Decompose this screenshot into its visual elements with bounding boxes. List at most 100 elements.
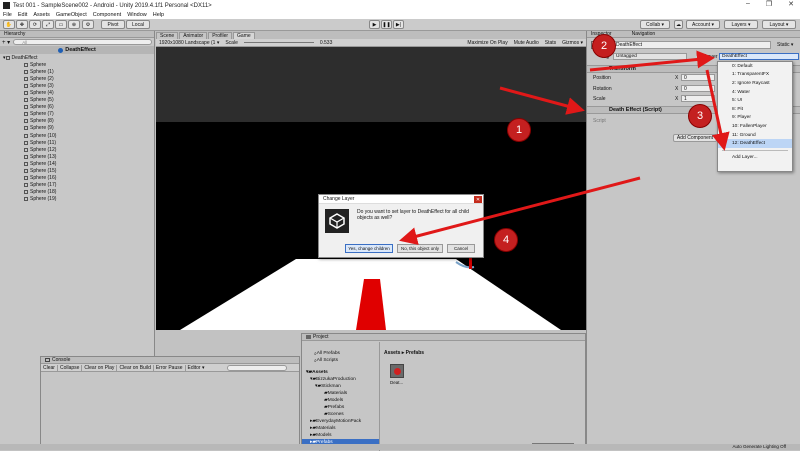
tree-stickman[interactable]: ▾▰ Stickman [302, 383, 379, 390]
prefab-asset-icon[interactable] [390, 364, 404, 378]
layer-option[interactable]: 2: Ignore Raycast [718, 79, 792, 88]
tree-bizzuka[interactable]: ▾▰ BizzukaProduction [302, 376, 379, 383]
scale-tool-icon[interactable]: ⤢ [42, 20, 54, 29]
add-component-button[interactable]: Add Component [673, 134, 717, 142]
hierarchy-item[interactable]: Sphere (8) [0, 118, 154, 125]
hierarchy-item[interactable]: Sphere (16) [0, 175, 154, 182]
tree-models-root[interactable]: ▸▰ Models [302, 432, 379, 439]
hierarchy-item[interactable]: Sphere [0, 61, 154, 68]
add-layer-option[interactable]: Add Layer... [718, 153, 792, 162]
tree-prefabs[interactable]: ▰ Prefabs [302, 404, 379, 411]
layer-option[interactable]: 4: Water [718, 88, 792, 97]
pause-button-icon[interactable]: ❚❚ [381, 20, 392, 29]
hierarchy-item[interactable]: Sphere (14) [0, 160, 154, 167]
hierarchy-root-item[interactable]: ▾ DeathEffect [0, 54, 154, 61]
tab-profiler[interactable]: Profiler [208, 32, 233, 39]
hierarchy-item[interactable]: Sphere (3) [0, 82, 154, 89]
clear-button[interactable]: Clear [41, 364, 58, 371]
hierarchy-item[interactable]: Sphere (7) [0, 111, 154, 118]
tree-everyday-motion[interactable]: ▸▰ EverydayMotionPack [302, 418, 379, 425]
mute-audio-toggle[interactable]: Mute Audio [511, 40, 542, 46]
close-button[interactable]: ✕ [788, 0, 794, 8]
hand-tool-icon[interactable]: ✋ [3, 20, 15, 29]
hierarchy-item[interactable]: Sphere (19) [0, 196, 154, 203]
cloud-icon[interactable]: ☁ [674, 20, 683, 29]
menu-edit[interactable]: Edit [18, 12, 27, 18]
collapse-button[interactable]: Collapse [58, 364, 83, 371]
menu-help[interactable]: Help [153, 12, 164, 18]
tree-materials-root[interactable]: ▸▰ Materials [302, 425, 379, 432]
scale-slider[interactable] [243, 42, 314, 43]
hierarchy-item[interactable]: Sphere (1) [0, 68, 154, 75]
stats-toggle[interactable]: Stats [542, 40, 559, 46]
no-this-object-only-button[interactable]: No, this object only [397, 244, 443, 253]
menu-file[interactable]: File [3, 12, 12, 18]
transform-tool-icon[interactable]: ⊕ [68, 20, 80, 29]
tree-assets[interactable]: ▾▰ Assets [302, 369, 379, 376]
maximize-button[interactable]: ❐ [766, 0, 772, 8]
favorite-all-prefabs[interactable]: ⌕ All Prefabs [302, 350, 379, 357]
dialog-close-button[interactable]: ✕ [474, 196, 482, 203]
create-plus-icon[interactable]: + ▾ [2, 39, 10, 46]
rect-tool-icon[interactable]: ▭ [55, 20, 67, 29]
tab-animator[interactable]: Animator [179, 32, 208, 39]
layer-option[interactable]: 0: Default [718, 62, 792, 71]
favorite-all-scripts[interactable]: ⌕ All Scripts [302, 357, 379, 364]
menu-assets[interactable]: Assets [33, 12, 50, 18]
hierarchy-item[interactable]: Sphere (17) [0, 182, 154, 189]
hierarchy-item[interactable]: Sphere (5) [0, 97, 154, 104]
static-toggle[interactable]: Static ▾ [777, 42, 793, 48]
console-search-input[interactable] [226, 364, 287, 371]
move-tool-icon[interactable]: ✥ [16, 20, 28, 29]
hierarchy-item[interactable]: Sphere (9) [0, 125, 154, 132]
rotation-x-field[interactable]: 0 [681, 85, 715, 92]
menu-gameobject[interactable]: GameObject [56, 12, 87, 18]
tab-navigation[interactable]: Navigation [632, 31, 656, 37]
menu-window[interactable]: Window [127, 12, 147, 18]
layer-option[interactable]: ✓ 12: DeathEffect [718, 139, 792, 148]
scene-header[interactable]: DeathEffect [0, 46, 154, 54]
hierarchy-item[interactable]: Sphere (18) [0, 189, 154, 196]
tag-dropdown[interactable]: Untagged [613, 53, 687, 60]
error-pause-button[interactable]: Error Pause [154, 364, 186, 371]
pivot-toggle[interactable]: Pivot [101, 20, 125, 29]
clear-on-play-button[interactable]: Clear on Play [82, 364, 118, 371]
hierarchy-item[interactable]: Sphere (12) [0, 146, 154, 153]
position-x-field[interactable]: 0 [681, 74, 715, 81]
play-button-icon[interactable]: ▶ [369, 20, 380, 29]
cancel-button[interactable]: Cancel [447, 244, 475, 253]
tab-scene[interactable]: Scene [156, 32, 179, 39]
hierarchy-item[interactable]: Sphere (4) [0, 89, 154, 96]
hierarchy-item[interactable]: Sphere (2) [0, 75, 154, 82]
maximize-on-play-toggle[interactable]: Maximize On Play [464, 40, 510, 46]
hierarchy-tab[interactable]: Hierarchy [0, 31, 154, 38]
game-view[interactable] [156, 47, 586, 330]
layer-option[interactable]: 9: Player [718, 114, 792, 123]
tab-game[interactable]: Game [233, 32, 255, 39]
hierarchy-item[interactable]: Sphere (10) [0, 132, 154, 139]
account-dropdown[interactable]: Account ▾ [686, 20, 720, 29]
resolution-dropdown[interactable]: 1920x1080 Landscape (1 ▾ [156, 40, 222, 46]
layer-option[interactable]: 1: TransparentFX [718, 71, 792, 80]
step-button-icon[interactable]: ▶| [393, 20, 404, 29]
scale-x-field[interactable]: 1 [681, 95, 715, 102]
object-name-field[interactable]: DeathEffect [613, 41, 771, 49]
hierarchy-item[interactable]: Sphere (13) [0, 153, 154, 160]
hierarchy-search-input[interactable]: All [13, 39, 152, 45]
collab-button[interactable]: Collab ▾ [640, 20, 670, 29]
project-tab[interactable]: Project [302, 334, 585, 341]
hierarchy-item[interactable]: Sphere (15) [0, 168, 154, 175]
editor-dropdown[interactable]: Editor ▾ [186, 365, 207, 371]
layer-option[interactable]: 10: FallenPlayer [718, 122, 792, 131]
tree-models[interactable]: ▰ Models [302, 397, 379, 404]
menu-component[interactable]: Component [93, 12, 121, 18]
gizmos-dropdown[interactable]: Gizmos ▾ [559, 40, 586, 46]
tree-scenes[interactable]: ▰ Scenes [302, 411, 379, 418]
rotate-tool-icon[interactable]: ⟳ [29, 20, 41, 29]
local-toggle[interactable]: Local [126, 20, 150, 29]
yes-change-children-button[interactable]: Yes, change children [345, 244, 393, 253]
layer-option[interactable]: 5: UI [718, 96, 792, 105]
custom-tool-icon[interactable]: ⚙ [82, 20, 94, 29]
layout-dropdown[interactable]: Layout ▾ [762, 20, 796, 29]
layer-option[interactable]: 11: Ground [718, 131, 792, 140]
